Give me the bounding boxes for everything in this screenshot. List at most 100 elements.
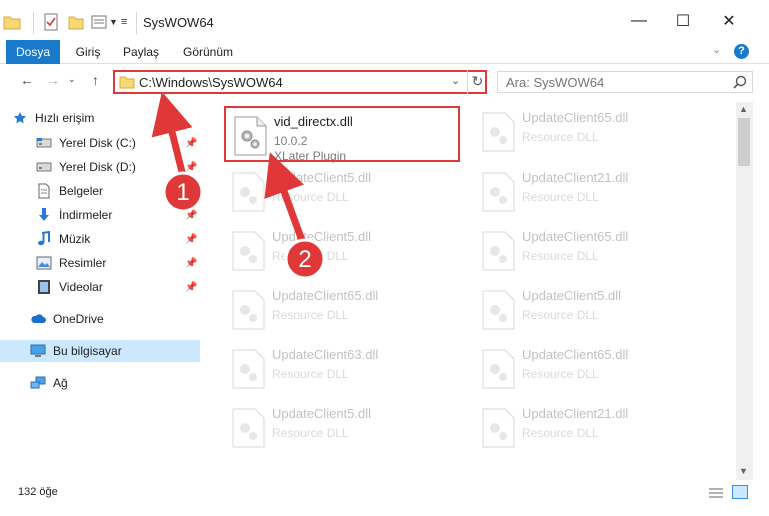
forward-arrow-icon[interactable]: → <box>46 72 60 88</box>
tab-share[interactable]: Paylaş <box>118 40 164 64</box>
file-name: UpdateClient63.dll <box>272 347 379 362</box>
recent-locations-chevron-icon[interactable]: ⌄ <box>68 74 76 85</box>
computer-icon <box>30 343 46 359</box>
navigation-bar: ← → ⌄ ↑ C:\Windows\SysWOW64 ⌄ ↻ <box>0 64 769 100</box>
search-icon[interactable] <box>733 75 747 92</box>
network-icon <box>30 375 46 391</box>
file-type: Resource DLL <box>272 426 349 440</box>
file-item-vid-directx[interactable]: vid_directx.dll 10.0.2 XLater Plugin <box>224 106 460 163</box>
video-icon <box>36 279 52 295</box>
file-item[interactable]: UpdateClient65.dll Resource DLL <box>224 282 460 338</box>
scroll-up-icon[interactable]: ▲ <box>739 104 748 114</box>
help-button[interactable]: ? <box>734 44 749 59</box>
sidebar-item-local-disk-c[interactable]: Yerel Disk (C:) 📌 <box>0 132 200 154</box>
sidebar-item-onedrive[interactable]: OneDrive <box>0 308 200 330</box>
folder-icon[interactable] <box>3 12 21 32</box>
file-type: Resource DLL <box>272 367 349 381</box>
file-item[interactable]: UpdateClient5.dll Resource DLL <box>224 164 460 220</box>
sidebar-item-downloads[interactable]: İndirmeler 📌 <box>0 204 200 226</box>
properties-checklist-icon[interactable] <box>43 12 59 32</box>
vertical-scrollbar[interactable]: ▲ ▼ <box>736 102 753 480</box>
file-name: UpdateClient65.dll <box>522 110 629 125</box>
file-item[interactable]: UpdateClient65.dll Resource DLL <box>474 223 710 279</box>
up-arrow-icon[interactable]: ↑ <box>92 72 99 88</box>
back-arrow-icon[interactable]: ← <box>20 72 34 88</box>
file-name: UpdateClient5.dll <box>272 229 372 244</box>
dll-file-icon <box>482 231 515 271</box>
sidebar-item-local-disk-d[interactable]: Yerel Disk (D:) 📌 <box>0 156 200 178</box>
pin-icon[interactable]: 📌 <box>185 186 197 197</box>
sidebar-item-music[interactable]: Müzik 📌 <box>0 228 200 250</box>
dll-file-icon <box>232 408 265 448</box>
sidebar-item-label: Resimler <box>59 256 107 270</box>
folder-icon <box>119 75 135 92</box>
minimize-button[interactable]: — <box>619 8 659 34</box>
file-type: Resource DLL <box>272 190 349 204</box>
sidebar-item-pictures[interactable]: Resimler 📌 <box>0 252 200 274</box>
file-name: UpdateClient65.dll <box>272 288 379 303</box>
search-box[interactable] <box>497 71 753 93</box>
dll-file-icon <box>234 116 267 156</box>
maximize-button[interactable]: ☐ <box>663 8 703 34</box>
pin-icon[interactable]: 📌 <box>185 162 197 173</box>
dll-file-icon <box>232 349 265 389</box>
sidebar-item-this-pc[interactable]: Bu bilgisayar <box>0 340 200 362</box>
search-input[interactable] <box>506 75 706 90</box>
dll-file-icon <box>232 231 265 271</box>
pin-icon[interactable]: 📌 <box>185 282 197 293</box>
customize-icon[interactable] <box>91 12 107 32</box>
file-item[interactable]: UpdateClient65.dll Resource DLL <box>474 104 710 160</box>
dll-file-icon <box>482 408 515 448</box>
file-item[interactable]: UpdateClient21.dll Resource DLL <box>474 400 710 456</box>
file-item[interactable]: UpdateClient65.dll Resource DLL <box>474 341 710 397</box>
new-folder-icon[interactable] <box>68 12 84 32</box>
tab-home[interactable]: Giriş <box>68 40 108 64</box>
sidebar-item-documents[interactable]: Belgeler 📌 <box>0 180 200 202</box>
sidebar-item-label: Yerel Disk (C:) <box>59 136 136 150</box>
item-count: 132 öğe <box>18 486 58 498</box>
pin-icon[interactable]: 📌 <box>185 234 197 245</box>
file-name: UpdateClient5.dll <box>272 406 372 421</box>
star-icon <box>12 110 28 126</box>
file-item[interactable]: UpdateClient5.dll Resource DLL <box>474 282 710 338</box>
chevron-down-icon[interactable]: ⌄ <box>712 43 721 56</box>
address-path[interactable]: C:\Windows\SysWOW64 <box>139 75 283 90</box>
close-button[interactable]: ✕ <box>709 8 749 34</box>
file-version: 10.0.2 <box>274 134 308 148</box>
file-name: vid_directx.dll <box>274 114 353 129</box>
tiles-view-icon[interactable] <box>732 485 748 499</box>
address-bar[interactable]: C:\Windows\SysWOW64 ⌄ ↻ <box>113 70 487 94</box>
file-name: UpdateClient21.dll <box>522 170 629 185</box>
sidebar-item-quick-access[interactable]: Hızlı erişim <box>0 107 200 129</box>
pin-icon[interactable]: 📌 <box>185 138 197 149</box>
pin-icon[interactable]: 📌 <box>185 210 197 221</box>
tab-view[interactable]: Görünüm <box>175 40 241 64</box>
file-name: UpdateClient65.dll <box>522 347 629 362</box>
file-description: XLater Plugin <box>274 149 347 163</box>
sidebar-item-label: OneDrive <box>53 312 104 326</box>
sidebar-item-videos[interactable]: Videolar 📌 <box>0 276 200 298</box>
chevron-down-icon[interactable]: ▼ <box>109 12 118 32</box>
pin-icon[interactable]: 📌 <box>185 258 197 269</box>
file-type: Resource DLL <box>522 426 599 440</box>
file-item[interactable]: UpdateClient21.dll Resource DLL <box>474 164 710 220</box>
divider <box>33 12 34 34</box>
refresh-icon[interactable]: ↻ <box>467 70 487 94</box>
sidebar-item-network[interactable]: Ağ <box>0 372 200 394</box>
scroll-down-icon[interactable]: ▼ <box>739 466 748 476</box>
file-item[interactable]: UpdateClient5.dll Resource DLL <box>224 400 460 456</box>
sidebar-item-label: İndirmeler <box>59 208 113 222</box>
chevron-down-icon[interactable]: ⌄ <box>451 74 460 87</box>
sidebar-item-label: Bu bilgisayar <box>53 344 122 358</box>
drive-icon <box>36 135 52 151</box>
status-bar: 132 öğe <box>0 480 769 516</box>
tab-file[interactable]: Dosya <box>6 40 60 64</box>
file-item[interactable]: UpdateClient63.dll Resource DLL <box>224 341 460 397</box>
details-view-icon[interactable] <box>708 486 724 503</box>
quick-access-menu-icon[interactable]: ≡ <box>121 12 127 32</box>
title-bar: ▼ ≡ SysWOW64 — ☐ ✕ <box>0 0 769 40</box>
dll-file-icon <box>482 349 515 389</box>
scrollbar-thumb[interactable] <box>738 118 750 166</box>
file-name: UpdateClient21.dll <box>522 406 629 421</box>
file-item[interactable]: UpdateClient5.dll Resource DLL <box>224 223 460 279</box>
